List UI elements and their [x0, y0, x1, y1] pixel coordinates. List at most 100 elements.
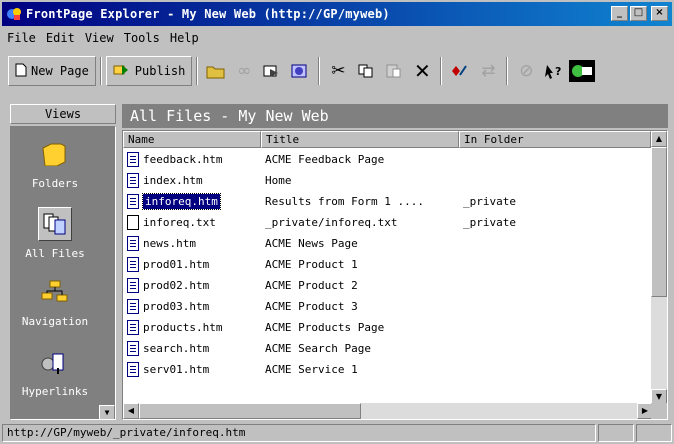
file-row[interactable]: prod02.htm ACME Product 2 [123, 275, 651, 296]
toolbar-separator [506, 57, 509, 85]
file-row[interactable]: inforeq.txt _private/inforeq.txt _private [123, 212, 651, 233]
file-name: prod01.htm [143, 258, 210, 271]
file-name: products.htm [143, 321, 223, 334]
new-page-icon [15, 63, 27, 80]
menu-tools[interactable]: Tools [119, 31, 165, 45]
file-name: search.htm [143, 342, 210, 355]
show-links-icon[interactable]: ⇄ [474, 56, 502, 86]
column-header-title[interactable]: Title [261, 131, 459, 148]
publish-web-icon[interactable] [568, 56, 596, 86]
menu-help[interactable]: Help [165, 31, 204, 45]
file-name-cell: search.htm [123, 341, 261, 356]
paste-icon[interactable] [380, 56, 408, 86]
html-page-icon [127, 236, 139, 251]
vertical-scrollbar[interactable]: ▲ ▼ [651, 131, 667, 405]
file-name-cell: index.htm [123, 173, 261, 188]
navigation-icon [38, 275, 72, 309]
cross-reference-icon[interactable] [258, 56, 286, 86]
file-rows: feedback.htm ACME Feedback Page index.htm H… [123, 149, 651, 380]
minimize-button[interactable]: _ [611, 6, 628, 21]
status-bar: http://GP/myweb/_private/inforeq.htm [2, 424, 672, 442]
file-row[interactable]: search.htm ACME Search Page [123, 338, 651, 359]
view-folders-label: Folders [31, 177, 79, 190]
publish-button[interactable]: Publish [105, 56, 193, 86]
file-name-cell: feedback.htm [123, 152, 261, 167]
file-title: ACME Product 3 [265, 300, 358, 313]
view-hyperlinks[interactable]: Hyperlinks [11, 345, 99, 398]
verify-links-icon[interactable] [446, 56, 474, 86]
toolbar: New Page Publish ∞ ✂ ✕ ⇄ ⊘ ? [2, 52, 672, 90]
delete-icon[interactable]: ✕ [408, 56, 436, 86]
html-page-icon [127, 257, 139, 272]
vertical-scroll-thumb[interactable] [651, 147, 667, 297]
maximize-button[interactable]: □ [630, 6, 647, 21]
column-headers: Name Title In Folder [123, 131, 651, 148]
file-name: feedback.htm [143, 153, 223, 166]
view-all-files[interactable]: All Files [11, 207, 99, 260]
html-page-icon [127, 173, 139, 188]
window-title: FrontPage Explorer - My New Web (http://… [26, 7, 390, 21]
publish-icon [113, 63, 131, 80]
help-icon[interactable]: ? [540, 56, 568, 86]
web-icon[interactable] [286, 56, 314, 86]
file-folder: _private [463, 216, 516, 229]
open-folder-icon[interactable] [202, 56, 230, 86]
file-name-cell: news.htm [123, 236, 261, 251]
file-row[interactable]: news.htm ACME News Page [123, 233, 651, 254]
pane-title: All Files - My New Web [122, 104, 668, 128]
file-title: Home [265, 174, 292, 187]
status-pane [598, 424, 634, 442]
file-name-cell: serv01.htm [123, 362, 261, 377]
cut-icon[interactable]: ✂ [324, 56, 352, 86]
view-folders[interactable]: Folders [11, 137, 99, 190]
file-name-cell: products.htm [123, 320, 261, 335]
file-name-cell: inforeq.txt [123, 215, 261, 230]
file-row[interactable]: inforeq.htm Results from Form 1 .... _priv… [123, 191, 651, 212]
file-name: index.htm [143, 174, 203, 187]
file-name: news.htm [143, 237, 196, 250]
title-bar[interactable]: FrontPage Explorer - My New Web (http://… [2, 2, 672, 26]
html-page-icon [127, 194, 139, 209]
close-button[interactable]: × [651, 6, 668, 21]
file-row[interactable]: feedback.htm ACME Feedback Page [123, 149, 651, 170]
file-title: ACME News Page [265, 237, 358, 250]
menu-bar: File Edit View Tools Help [2, 28, 204, 48]
stop-icon[interactable]: ⊘ [512, 56, 540, 86]
toolbar-separator [99, 57, 102, 85]
file-row[interactable]: serv01.htm ACME Service 1 [123, 359, 651, 380]
file-name-cell: prod02.htm [123, 278, 261, 293]
file-name: prod02.htm [143, 279, 210, 292]
menu-edit[interactable]: Edit [41, 31, 80, 45]
file-title: ACME Products Page [265, 321, 385, 334]
file-row[interactable]: index.htm Home [123, 170, 651, 191]
file-folder: _private [463, 195, 516, 208]
horizontal-scroll-thumb[interactable] [139, 403, 361, 419]
view-navigation[interactable]: Navigation [11, 275, 99, 328]
views-header: Views [10, 104, 116, 124]
file-row[interactable]: prod01.htm ACME Product 1 [123, 254, 651, 275]
menu-file[interactable]: File [2, 31, 41, 45]
views-scrollbar[interactable]: ▼ [99, 127, 115, 419]
file-name: prod03.htm [143, 300, 210, 313]
file-name: inforeq.htm [142, 193, 221, 210]
scrollbar-corner [651, 403, 667, 419]
new-page-button[interactable]: New Page [8, 56, 96, 86]
file-row[interactable]: products.htm ACME Products Page [123, 317, 651, 338]
scroll-up-icon[interactable]: ▲ [651, 131, 667, 147]
status-text: http://GP/myweb/_private/inforeq.htm [2, 424, 596, 442]
scroll-left-icon[interactable]: ◀ [123, 403, 139, 419]
file-title: ACME Product 2 [265, 279, 358, 292]
view-hyperlinks-label: Hyperlinks [21, 385, 89, 398]
horizontal-scrollbar[interactable]: ◀ ▶ [123, 403, 653, 419]
column-header-folder[interactable]: In Folder [459, 131, 651, 148]
column-header-name[interactable]: Name [123, 131, 261, 148]
file-name-cell: prod01.htm [123, 257, 261, 272]
menu-view[interactable]: View [80, 31, 119, 45]
file-row[interactable]: prod03.htm ACME Product 3 [123, 296, 651, 317]
toolbar-separator [440, 57, 443, 85]
file-name: inforeq.txt [143, 216, 216, 229]
copy-icon[interactable] [352, 56, 380, 86]
glasses-icon[interactable]: ∞ [230, 56, 258, 86]
views-scroll-down-icon[interactable]: ▼ [99, 405, 115, 419]
folders-icon [38, 137, 72, 171]
